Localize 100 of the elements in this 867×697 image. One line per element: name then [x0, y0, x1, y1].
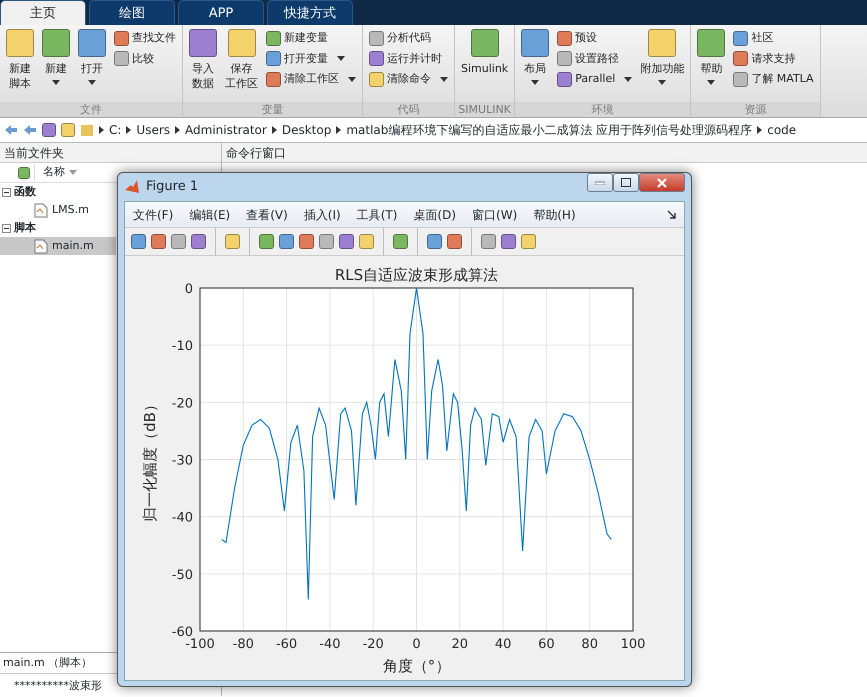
tick-label: -60 [276, 637, 298, 652]
column-header[interactable]: 名称 [34, 164, 77, 181]
minimize-button[interactable] [587, 173, 613, 192]
ribbon-button[interactable]: 附加功能 [638, 29, 686, 102]
ribbon-button[interactable]: 帮助 [695, 29, 728, 102]
path-segment[interactable]: C: [109, 121, 122, 139]
chevron-icon [272, 126, 277, 134]
path-segment[interactable]: matlab编程环境下编写的自适应最小二成算法 应用于阵列信号处理源码程序 [346, 121, 752, 139]
square-icon [61, 123, 75, 137]
square-icon[interactable] [521, 234, 536, 249]
square-icon [557, 72, 572, 87]
ribbon-button[interactable]: 新建变量 [264, 29, 358, 48]
square-icon[interactable] [171, 234, 186, 249]
square-icon[interactable] [339, 234, 354, 249]
menu-item[interactable]: 编辑(E) [189, 206, 230, 224]
caret-icon [531, 80, 540, 85]
ribbon-button[interactable]: 清除命令 [367, 70, 450, 88]
ribbon-button[interactable]: 社区 [731, 29, 816, 48]
tick-label: 80 [581, 637, 598, 652]
ribbon-button[interactable]: 比较 [112, 50, 178, 68]
ribbon-tab[interactable]: 快捷方式 [267, 0, 353, 25]
ribbon-tab[interactable]: APP [178, 0, 264, 25]
tick-label: 20 [452, 637, 468, 652]
ribbon-button[interactable]: 新建 [40, 29, 72, 102]
caret-icon [348, 76, 356, 82]
ribbon-button[interactable]: 布局 [519, 29, 552, 102]
axis-label: 角度（°） [382, 657, 450, 675]
window-title: Figure 1 [146, 178, 200, 196]
caret-icon [658, 80, 666, 85]
close-icon [656, 178, 668, 188]
square-icon[interactable] [191, 234, 206, 249]
menu-item[interactable]: 帮助(H) [533, 206, 576, 224]
square-icon[interactable] [151, 234, 166, 249]
square-icon [266, 72, 281, 87]
path-segment[interactable]: Desktop [282, 121, 332, 139]
menu-item[interactable]: 插入(I) [304, 206, 341, 224]
ribbon-button[interactable]: Simulink [459, 29, 510, 102]
arrow-icon[interactable] [23, 124, 37, 136]
ribbon-button[interactable]: 设置路径 [555, 50, 634, 68]
path-segment[interactable]: Users [136, 121, 170, 139]
caret-icon [624, 76, 632, 82]
group-label: 资源 [691, 102, 820, 117]
path-segment[interactable]: Administrator [185, 121, 267, 139]
panel-title: 命令行窗口 [222, 143, 867, 163]
square-icon[interactable] [501, 234, 516, 249]
close-button[interactable] [639, 173, 685, 192]
chart-title: RLS自适应波束形成算法 [334, 266, 498, 284]
caret-icon [707, 80, 716, 85]
menu-item[interactable]: 查看(V) [246, 206, 288, 224]
square-icon[interactable] [225, 234, 240, 249]
expander-icon[interactable] [2, 224, 11, 232]
square-icon[interactable] [447, 234, 462, 249]
tick-label: -30 [172, 454, 193, 468]
file-item[interactable]: LMS.m [0, 201, 116, 219]
square-icon[interactable] [131, 234, 146, 249]
ribbon-button[interactable]: 运行并计时 [367, 50, 450, 68]
ribbon-button[interactable]: 打开 [76, 29, 108, 102]
maximize-button[interactable] [613, 173, 639, 192]
square-icon[interactable] [481, 234, 496, 249]
square-icon[interactable] [279, 234, 294, 249]
square-icon [114, 30, 129, 46]
ribbon-button[interactable]: Parallel [555, 70, 634, 88]
tick-label: -20 [172, 396, 193, 412]
square-icon [6, 29, 34, 57]
ribbon-button[interactable]: 查找文件 [112, 29, 178, 48]
ribbon-button[interactable]: 清除工作区 [264, 70, 358, 88]
square-icon [648, 29, 676, 57]
square-icon [78, 29, 106, 57]
ribbon-button[interactable]: 导入 数据 [187, 29, 219, 102]
ribbon-tab[interactable]: 绘图 [89, 0, 175, 25]
square-icon [18, 166, 30, 178]
ribbon-button[interactable]: 了解 MATLA [731, 70, 816, 88]
file-item[interactable]: main.m [0, 237, 116, 255]
ribbon-button[interactable]: 打开变量 [264, 50, 358, 68]
square-icon [266, 51, 281, 66]
square-icon[interactable] [259, 234, 274, 249]
caret-icon [440, 76, 448, 82]
menu-item[interactable]: 工具(T) [356, 206, 398, 224]
chevron-icon [757, 126, 762, 134]
ribbon-button[interactable]: 请求支持 [731, 50, 816, 68]
ribbon-button[interactable]: 预设 [555, 29, 634, 48]
expander-icon[interactable] [2, 188, 11, 196]
caret-icon [88, 80, 96, 85]
arrow-icon[interactable] [4, 124, 18, 136]
square-icon[interactable] [299, 234, 314, 249]
path-segment[interactable]: code [767, 121, 796, 139]
dock-arrow-icon[interactable] [667, 210, 676, 219]
square-icon[interactable] [319, 234, 334, 249]
square-icon [557, 30, 572, 46]
menu-item[interactable]: 桌面(D) [413, 206, 456, 224]
ribbon-tab[interactable]: 主页 [0, 0, 86, 25]
ribbon-button[interactable]: 新建 脚本 [4, 29, 36, 102]
ribbon-button[interactable]: 分析代码 [367, 29, 450, 48]
menu-item[interactable]: 文件(F) [133, 206, 174, 224]
square-icon [228, 29, 256, 57]
square-icon[interactable] [393, 234, 408, 249]
ribbon-button[interactable]: 保存 工作区 [223, 29, 260, 102]
square-icon[interactable] [359, 234, 374, 249]
square-icon[interactable] [427, 234, 442, 249]
menu-item[interactable]: 窗口(W) [472, 206, 518, 224]
